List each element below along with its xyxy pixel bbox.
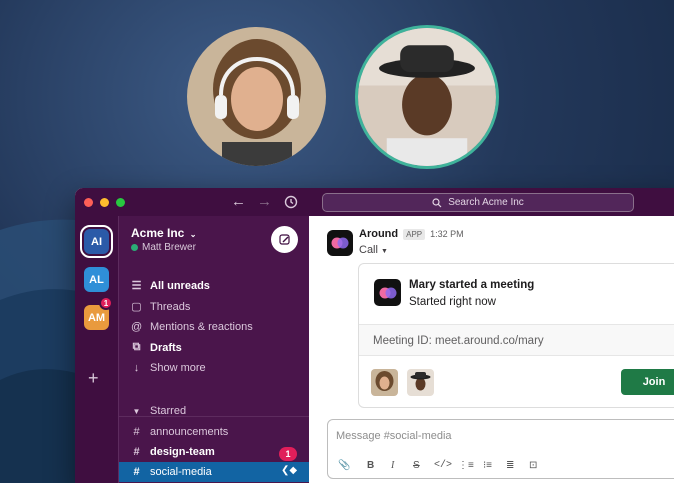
participant-video-mary [187, 27, 326, 166]
workspace-switcher-al[interactable]: AL [84, 267, 109, 292]
around-logo-icon [331, 237, 349, 249]
message-pane: Around APP 1:32 PM Call ▼ Mary started a… [309, 216, 674, 483]
message-composer: 📎 B I S </> ⋮≡ ⁝≡ ≣ ⊡ [327, 419, 674, 479]
starred-section-toggle[interactable]: ▼ Starred [131, 405, 187, 417]
huddle-icon: ❮◆ [281, 465, 298, 476]
participant-video-guest [355, 25, 499, 169]
workspace-initials: AI [91, 235, 102, 248]
threads-icon: ▢ [131, 301, 142, 313]
compose-button[interactable] [271, 226, 298, 253]
nav-label: Show more [150, 362, 206, 374]
italic-icon[interactable]: I [391, 460, 394, 471]
meeting-status: Started right now [409, 296, 496, 308]
search-placeholder: Search Acme Inc [448, 197, 524, 208]
chevron-down-icon: ⌄ [189, 230, 197, 239]
hash-icon: # [133, 426, 140, 438]
message-time[interactable]: 1:32 PM [430, 229, 464, 239]
code-icon[interactable]: </> [434, 460, 452, 471]
at-icon: @ [131, 321, 143, 333]
forward-arrow-icon[interactable]: → [257, 193, 272, 211]
hash-icon: # [133, 446, 140, 458]
close-window-button[interactable] [84, 197, 93, 207]
around-call-icon [374, 279, 401, 306]
person-portrait-icon [187, 27, 326, 166]
nav-label: Drafts [150, 341, 182, 354]
around-logo-icon [379, 287, 396, 298]
nav-drafts[interactable]: ⧉ Drafts [131, 341, 182, 354]
block-quote-icon[interactable]: ≣ [506, 460, 514, 471]
compose-pencil-icon [278, 233, 290, 245]
attendee-avatar [407, 369, 434, 396]
hash-icon: # [133, 466, 140, 478]
workspace-switcher-ai[interactable]: AI [80, 225, 113, 258]
user-name: Matt Brewer [142, 242, 196, 253]
bold-icon[interactable]: B [367, 460, 374, 471]
channel-sidebar: Acme Inc ⌄ Matt Brewer ☰ All unreads ▢ T… [118, 216, 310, 483]
message-header: Around APP 1:32 PM [359, 228, 464, 240]
workspace-notification-badge: 1 [99, 296, 113, 310]
channel-name: design-team [150, 446, 215, 458]
call-label: Call [359, 244, 378, 256]
workspace-initials: AM [87, 311, 106, 324]
history-clock-icon[interactable] [284, 193, 298, 214]
meeting-title: Mary started a meeting [409, 279, 535, 291]
channel-name: announcements [150, 426, 229, 438]
search-icon [432, 197, 442, 207]
arrow-down-icon: ↓ [133, 362, 140, 374]
workspace-rail: AI AL AM 1 + [75, 216, 118, 483]
nav-label: Mentions & reactions [150, 321, 253, 333]
nav-show-more[interactable]: ↓ Show more [131, 362, 206, 374]
message-input[interactable] [336, 430, 636, 442]
person-portrait-icon [358, 28, 496, 166]
caret-down-icon: ▼ [381, 248, 388, 255]
meeting-id: Meeting ID: meet.around.co/mary [373, 335, 544, 347]
attach-icon[interactable]: 📎 [338, 460, 350, 471]
attendee-avatar [371, 369, 398, 396]
person-avatar-icon [407, 369, 434, 396]
around-app-avatar[interactable] [327, 230, 353, 256]
person-avatar-icon [371, 369, 398, 396]
channel-unread-badge: 1 [279, 447, 297, 461]
workspace-name-menu[interactable]: Acme Inc ⌄ [131, 226, 196, 240]
sender-name[interactable]: Around [359, 228, 398, 240]
code-block-icon[interactable]: ⊡ [529, 460, 537, 471]
channel-announcements[interactable]: # announcements [131, 426, 228, 438]
caret-down-icon: ▼ [132, 406, 141, 416]
app-tag: APP [403, 228, 426, 240]
nav-mentions-reactions[interactable]: @ Mentions & reactions [131, 321, 253, 333]
workspace-initials: AL [89, 273, 104, 286]
current-user-status[interactable]: Matt Brewer [131, 242, 196, 253]
workspace-name: Acme Inc [131, 226, 185, 240]
meeting-card: Mary started a meeting Started right now… [358, 263, 674, 408]
nav-label: All unreads [150, 279, 210, 292]
title-bar: ← → Search Acme Inc [75, 188, 674, 216]
drafts-icon: ⧉ [132, 341, 141, 353]
add-workspace-plus-icon[interactable]: + [88, 368, 99, 389]
nav-threads[interactable]: ▢ Threads [131, 300, 191, 314]
numbered-list-icon[interactable]: ⋮≡ [458, 460, 474, 471]
back-arrow-icon[interactable]: ← [231, 193, 246, 211]
strikethrough-icon[interactable]: S [413, 460, 420, 471]
section-label: Starred [150, 405, 187, 417]
meeting-meta-row: Meeting ID: meet.around.co/mary [359, 324, 674, 356]
channel-name: social-media [150, 466, 212, 478]
message-subtitle[interactable]: Call ▼ [359, 244, 388, 256]
maximize-window-button[interactable] [116, 197, 125, 207]
channel-design-team[interactable]: # design-team [131, 446, 215, 458]
minimize-window-button[interactable] [100, 197, 109, 207]
join-meeting-button[interactable]: Join [621, 369, 674, 395]
search-bar[interactable]: Search Acme Inc [322, 193, 634, 212]
bulleted-list-icon[interactable]: ⁝≡ [483, 460, 492, 471]
channel-social-media[interactable]: # social-media ❮◆ [119, 462, 310, 482]
slack-window: ← → Search Acme Inc AI AL AM 1 + Acme In… [75, 188, 674, 483]
nav-all-unreads[interactable]: ☰ All unreads [131, 279, 210, 293]
list-icon: ☰ [131, 280, 142, 292]
nav-label: Threads [150, 300, 191, 313]
online-status-icon [131, 244, 138, 251]
channel-row: # social-media [131, 466, 212, 478]
